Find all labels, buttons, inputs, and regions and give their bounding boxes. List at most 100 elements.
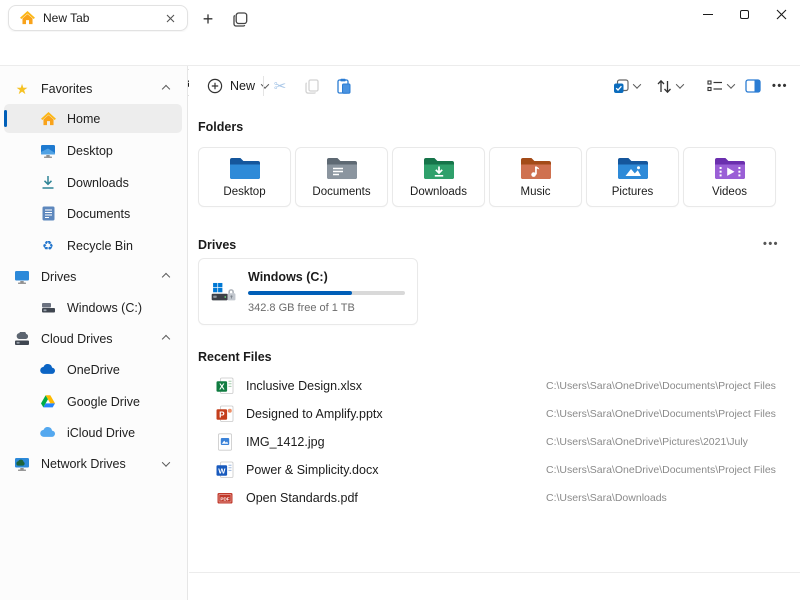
image-file-icon bbox=[216, 433, 234, 451]
star-icon: ★ bbox=[14, 82, 30, 96]
minimize-icon bbox=[703, 14, 713, 15]
network-drive-icon bbox=[14, 457, 30, 471]
download-icon bbox=[40, 175, 56, 190]
file-explorer-window: New Tab + New T bbox=[0, 0, 800, 600]
sidebar-item-downloads[interactable]: Downloads bbox=[4, 168, 182, 197]
folder-tile-documents[interactable]: Documents bbox=[295, 147, 388, 207]
sidebar-section-cloud-drives[interactable]: Cloud Drives bbox=[4, 324, 182, 353]
tab-new-tab[interactable]: New Tab bbox=[8, 5, 188, 31]
sidebar-item-windows-c[interactable]: Windows (C:) bbox=[4, 293, 182, 322]
hard-drive-icon bbox=[40, 301, 56, 314]
expand-icon[interactable] bbox=[162, 458, 170, 466]
collapse-icon[interactable] bbox=[162, 272, 170, 280]
copy-icon bbox=[305, 79, 319, 94]
file-path: C:\Users\Sara\Downloads bbox=[546, 492, 667, 504]
folder-tile-pictures[interactable]: Pictures bbox=[586, 147, 679, 207]
sidebar: ★ Favorites Home Desktop Downloads bbox=[0, 66, 188, 600]
folder-tile-music[interactable]: Music bbox=[489, 147, 582, 207]
home-icon bbox=[20, 11, 35, 25]
new-tab-button[interactable]: + bbox=[196, 7, 220, 31]
documents-folder-icon bbox=[326, 156, 358, 182]
view-button[interactable] bbox=[701, 74, 739, 98]
close-button[interactable] bbox=[763, 0, 800, 29]
recent-file-row[interactable]: P Designed to Amplify.pptx C:\Users\Sara… bbox=[198, 401, 792, 427]
tab-close-icon[interactable] bbox=[161, 9, 179, 27]
folder-tile-videos[interactable]: Videos bbox=[683, 147, 776, 207]
document-icon bbox=[40, 206, 56, 221]
details-pane-button[interactable] bbox=[740, 74, 766, 98]
svg-text:P: P bbox=[219, 410, 225, 419]
downloads-folder-icon bbox=[423, 156, 455, 182]
icloud-icon bbox=[40, 427, 56, 438]
file-path: C:\Users\Sara\OneDrive\Pictures\2021\Jul… bbox=[546, 436, 748, 448]
folder-tile-desktop[interactable]: Desktop bbox=[198, 147, 291, 207]
sidebar-item-icloud-drive[interactable]: iCloud Drive bbox=[4, 418, 182, 447]
selection-indicator bbox=[4, 110, 7, 127]
sidebar-item-google-drive[interactable]: Google Drive bbox=[4, 387, 182, 416]
select-button[interactable] bbox=[607, 74, 645, 98]
recent-file-row[interactable]: W Power & Simplicity.docx C:\Users\Sara\… bbox=[198, 457, 792, 483]
sidebar-section-favorites[interactable]: ★ Favorites bbox=[4, 74, 182, 103]
navigation-bar: New Tab ⚙ bbox=[0, 32, 800, 66]
monitor-icon bbox=[14, 270, 30, 284]
copy-button[interactable] bbox=[299, 74, 325, 98]
file-path: C:\Users\Sara\OneDrive\Documents\Project… bbox=[546, 464, 776, 476]
drive-card-windows-c[interactable]: Windows (C:) 342.8 GB free of 1 TB bbox=[198, 258, 418, 325]
excel-file-icon: X bbox=[216, 377, 234, 395]
command-bar: New ✂ bbox=[189, 66, 800, 104]
new-button[interactable]: New bbox=[198, 72, 277, 100]
folders-heading: Folders bbox=[198, 120, 243, 134]
folder-tile-downloads[interactable]: Downloads bbox=[392, 147, 485, 207]
sort-button[interactable] bbox=[650, 74, 688, 98]
select-icon bbox=[613, 79, 629, 94]
sidebar-item-onedrive[interactable]: OneDrive bbox=[4, 355, 182, 384]
sidebar-item-recycle-bin[interactable]: ♻ Recycle Bin bbox=[4, 231, 182, 260]
sidebar-section-network-drives[interactable]: Network Drives bbox=[4, 449, 182, 478]
pdf-file-icon: PDF bbox=[216, 489, 234, 507]
onedrive-icon bbox=[40, 364, 56, 375]
svg-text:X: X bbox=[219, 382, 225, 391]
window-controls bbox=[689, 0, 800, 29]
main-content: New ✂ bbox=[189, 66, 800, 600]
tab-bar: New Tab + bbox=[0, 0, 800, 32]
close-icon bbox=[776, 9, 787, 20]
sidebar-item-documents[interactable]: Documents bbox=[4, 199, 182, 228]
see-more-button[interactable]: ••• bbox=[767, 74, 793, 98]
recent-file-row[interactable]: PDF Open Standards.pdf C:\Users\Sara\Dow… bbox=[198, 485, 792, 511]
collapse-icon[interactable] bbox=[162, 84, 170, 92]
cut-button[interactable]: ✂ bbox=[267, 74, 293, 98]
google-drive-icon bbox=[40, 395, 56, 408]
recent-file-row[interactable]: X Inclusive Design.xlsx C:\Users\Sara\On… bbox=[198, 373, 792, 399]
file-path: C:\Users\Sara\OneDrive\Documents\Project… bbox=[546, 380, 776, 392]
tab-overview-button[interactable] bbox=[228, 7, 252, 31]
sidebar-section-drives[interactable]: Drives bbox=[4, 262, 182, 291]
recent-file-row[interactable]: IMG_1412.jpg C:\Users\Sara\OneDrive\Pict… bbox=[198, 429, 792, 455]
drives-see-more-button[interactable]: ••• bbox=[757, 234, 785, 254]
desktop-icon bbox=[40, 144, 56, 158]
home-icon bbox=[40, 112, 56, 126]
toolbar-divider bbox=[263, 76, 264, 96]
drive-usage-bar bbox=[248, 291, 405, 295]
scissors-icon: ✂ bbox=[274, 79, 287, 94]
drive-usage-fill bbox=[248, 291, 352, 295]
paste-button[interactable] bbox=[331, 74, 357, 98]
sort-icon bbox=[656, 79, 672, 94]
sidebar-item-home[interactable]: Home bbox=[4, 104, 182, 133]
minimize-button[interactable] bbox=[689, 0, 726, 29]
view-list-icon bbox=[707, 79, 723, 93]
svg-text:W: W bbox=[218, 466, 226, 475]
chevron-down-icon bbox=[726, 80, 734, 88]
maximize-icon bbox=[740, 10, 749, 19]
maximize-button[interactable] bbox=[726, 0, 763, 29]
tab-label: New Tab bbox=[43, 11, 161, 25]
system-drive-icon bbox=[211, 277, 236, 307]
panel-icon bbox=[745, 79, 761, 93]
recycle-bin-icon: ♻ bbox=[40, 239, 56, 252]
drive-name: Windows (C:) bbox=[248, 270, 405, 284]
chevron-down-icon bbox=[675, 80, 683, 88]
chevron-down-icon bbox=[632, 80, 640, 88]
collapse-icon[interactable] bbox=[162, 334, 170, 342]
file-path: C:\Users\Sara\OneDrive\Documents\Project… bbox=[546, 408, 776, 420]
drive-usage-text: 342.8 GB free of 1 TB bbox=[248, 302, 405, 314]
sidebar-item-desktop[interactable]: Desktop bbox=[4, 136, 182, 165]
